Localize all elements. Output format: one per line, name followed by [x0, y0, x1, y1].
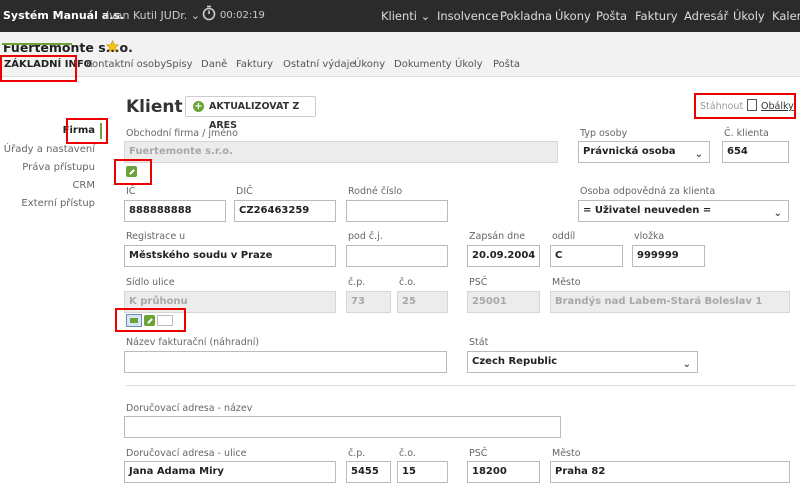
label-dor-nazev: Doručovací adresa - název [126, 403, 253, 414]
tab-kontaktni-osoby[interactable]: Kontaktní osoby [86, 59, 166, 70]
chevron-down-icon: ⌄ [190, 9, 201, 22]
tab-ukoly[interactable]: Úkoly [455, 59, 483, 70]
section-divider [126, 385, 796, 386]
label-sidlo-psc: PSČ [469, 277, 488, 288]
tab-ostatni-vydaje[interactable]: Ostatní výdaje [283, 59, 356, 70]
dor-ulice-input[interactable]: Jana Adama Miry [124, 461, 336, 483]
label-dor-psc: PSČ [469, 448, 488, 459]
sidlo-mesto-input[interactable]: Brandýs nad Labem-Stará Boleslav 1 [550, 291, 790, 313]
nav-insolvence[interactable]: Insolvence [437, 9, 498, 23]
label-sidlo-mesto: Město [552, 277, 581, 288]
highlight-box [0, 55, 77, 82]
tab-spisy[interactable]: Spisy [166, 59, 193, 70]
section-title: Klient [126, 97, 183, 117]
timer-value: 00:02:19 [220, 10, 265, 21]
label-stat: Stát [469, 337, 489, 348]
dor-mesto-input[interactable]: Praha 82 [550, 461, 790, 483]
label-typ-osoby: Typ osoby [580, 128, 628, 139]
registrace-input[interactable]: Městského soudu v Praze [124, 245, 336, 267]
dic-input[interactable]: CZ26463259 [234, 200, 336, 222]
tab-ukony[interactable]: Úkony [354, 59, 385, 70]
oddil-input[interactable]: C [550, 245, 623, 267]
active-tab-indicator [2, 43, 72, 45]
dor-co-input[interactable]: 15 [397, 461, 448, 483]
cislo-klienta-input[interactable]: 654 [722, 141, 789, 163]
rodne-cislo-input[interactable] [346, 200, 448, 222]
sidlo-co-input[interactable]: 25 [397, 291, 448, 313]
label-dic: DIČ [236, 186, 253, 197]
client-header: Fuertemonte s.r.o. ZÁKLADNÍ INFO Kontakt… [0, 32, 800, 77]
nav-adresar[interactable]: Adresář [684, 9, 728, 23]
zapsan-dne-input[interactable]: 20.09.2004 [467, 245, 540, 267]
label-dor-mesto: Město [552, 448, 581, 459]
label-dor-cp: č.p. [348, 448, 366, 459]
chevron-down-icon: ⌄ [682, 359, 691, 370]
label-zapsan-dne: Zapsán dne [469, 231, 526, 242]
label-ic: IČ [126, 186, 136, 197]
nav-posta[interactable]: Pošta [596, 9, 627, 23]
top-bar: Systém Manuál a.s. Ivan Kutil JUDr. ⌄ 00… [0, 0, 800, 32]
label-pod-cj: pod č.j. [348, 231, 383, 242]
nav-pokladna[interactable]: Pokladna [500, 9, 552, 23]
label-cislo-klienta: Č. klienta [724, 128, 769, 139]
nav-faktury[interactable]: Faktury [635, 9, 678, 23]
sidlo-cp-input[interactable]: 73 [346, 291, 391, 313]
highlight-box [115, 308, 186, 332]
ic-input[interactable]: 888888888 [124, 200, 226, 222]
label-vlozka: vložka [634, 231, 665, 242]
label-obchodni-firma: Obchodní firma / jméno [126, 128, 238, 139]
sidebar-item-urady[interactable]: Úřady a nastavení [4, 144, 95, 155]
chevron-down-icon: ⌄ [773, 208, 782, 219]
user-menu[interactable]: Ivan Kutil JUDr. ⌄ [106, 9, 200, 22]
tab-faktury[interactable]: Faktury [236, 59, 273, 70]
sidlo-psc-input[interactable]: 25001 [467, 291, 540, 313]
stat-value: Czech Republic [472, 356, 558, 367]
sidebar-item-crm[interactable]: CRM [72, 180, 95, 191]
ares-update-button[interactable]: + AKTUALIZOVAT Z ARES [185, 96, 316, 131]
label-sidlo-co: č.o. [399, 277, 416, 288]
timer-icon[interactable] [201, 5, 217, 21]
label-osoba-odpovedna: Osoba odpovědná za klienta [580, 186, 716, 197]
sidebar-item-externi[interactable]: Externí přístup [21, 198, 95, 209]
nazev-fakturacni-input[interactable] [124, 351, 447, 373]
dor-psc-input[interactable]: 18200 [467, 461, 540, 483]
nav-kalendar[interactable]: Kalend [772, 9, 800, 23]
label-registrace: Registrace u [126, 231, 186, 242]
stat-select[interactable]: Czech Republic ⌄ [467, 351, 698, 373]
plus-icon: + [193, 101, 204, 112]
dor-cp-input[interactable]: 5455 [346, 461, 391, 483]
typ-osoby-select[interactable]: Právnická osoba ⌄ [578, 141, 710, 163]
pod-cj-input[interactable] [346, 245, 448, 267]
highlight-box [66, 118, 108, 144]
osoba-odpovedna-value: = Uživatel neuveden = [583, 205, 712, 216]
tab-dokumenty[interactable]: Dokumenty [394, 59, 452, 70]
vlozka-input[interactable]: 999999 [632, 245, 705, 267]
label-nazev-fakturacni: Název fakturační (náhradní) [126, 337, 260, 348]
star-icon[interactable] [106, 40, 119, 53]
nav-klienti[interactable]: Klienti ⌄ [381, 9, 430, 23]
sidebar-item-prava[interactable]: Práva přístupu [22, 162, 95, 173]
nav-ukony[interactable]: Úkony [555, 9, 591, 23]
typ-osoby-value: Právnická osoba [583, 146, 676, 157]
highlight-box [694, 93, 796, 119]
ares-button-label: AKTUALIZOVAT Z ARES [209, 101, 300, 131]
label-dor-co: č.o. [399, 448, 416, 459]
user-name: Ivan Kutil JUDr. [106, 9, 188, 22]
nav-ukoly[interactable]: Úkoly [733, 9, 765, 23]
dor-nazev-input[interactable] [124, 416, 561, 438]
osoba-odpovedna-select[interactable]: = Uživatel neuveden = ⌄ [578, 200, 789, 222]
tab-dane[interactable]: Daně [201, 59, 227, 70]
highlight-box [114, 159, 152, 185]
label-dor-ulice: Doručovací adresa - ulice [126, 448, 247, 459]
tab-posta[interactable]: Pošta [493, 59, 520, 70]
obchodni-firma-input[interactable]: Fuertemonte s.r.o. [124, 141, 558, 163]
label-sidlo-cp: č.p. [348, 277, 366, 288]
chevron-down-icon: ⌄ [694, 149, 703, 160]
label-sidlo-ulice: Sídlo ulice [126, 277, 175, 288]
label-oddil: oddíl [552, 231, 576, 242]
label-rodne-cislo: Rodné číslo [348, 186, 403, 197]
